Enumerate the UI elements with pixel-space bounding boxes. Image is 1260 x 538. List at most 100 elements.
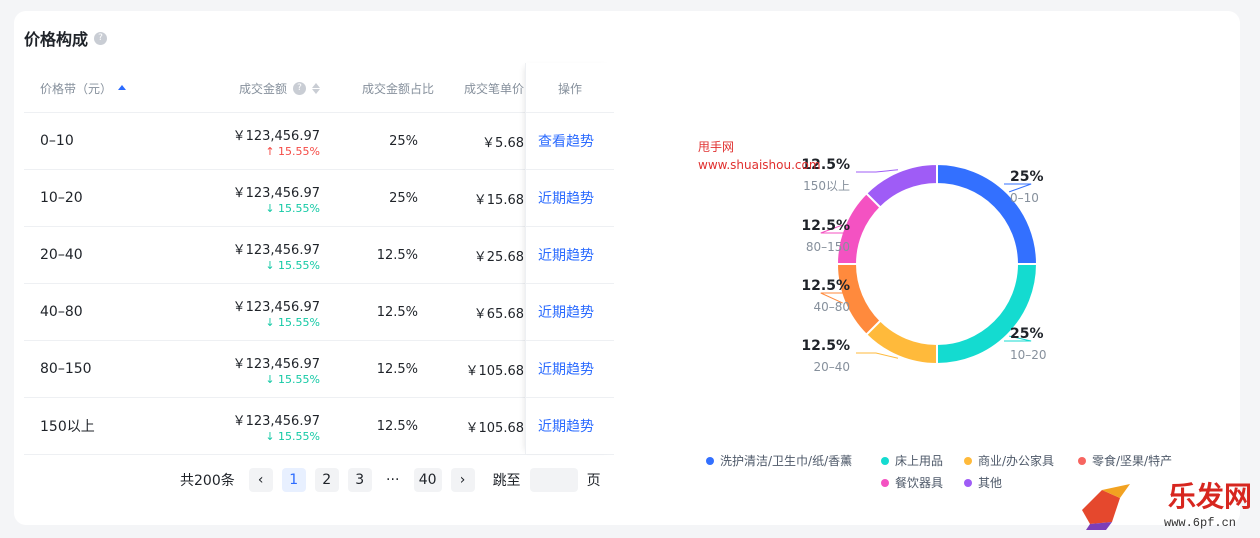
watermark-line1: 甩手网	[698, 140, 735, 154]
slice-range-label: 40–80	[813, 300, 850, 314]
legend-label: 洗护清洁/卫生巾/纸/香薰	[720, 454, 853, 468]
amount-value: ￥123,456.97	[232, 242, 320, 258]
legend-dot-icon	[1078, 456, 1086, 465]
slice-percent-label: 25%	[1010, 169, 1044, 185]
amount-value: ￥123,456.97	[232, 413, 320, 429]
pagination-total: 共200条	[180, 473, 235, 489]
arrow-down-icon: ↓	[265, 315, 275, 329]
header-unit-price: 成交笔单价	[463, 81, 524, 96]
cell-unit-price: ￥5.68	[482, 135, 524, 151]
arrow-up-icon: ↑	[265, 144, 275, 158]
cell-share: 12.5%	[376, 304, 418, 320]
help-circle-icon[interactable]: ?	[293, 81, 306, 95]
header-amount[interactable]: 成交金额 ?	[239, 63, 320, 113]
amount-change: ↓ 15.55%	[265, 373, 320, 386]
legend-label: 商业/办公家具	[978, 454, 1055, 468]
legend-dot-icon	[881, 456, 889, 465]
page-suffix: 页	[586, 473, 601, 489]
amount-change: ↑ 15.55%	[265, 145, 320, 158]
cell-range: 150以上	[40, 419, 95, 435]
legend-item[interactable]: 床上用品	[881, 452, 943, 469]
arrow-down-icon: ↓	[265, 201, 275, 215]
leader-line	[856, 169, 899, 173]
sort-icon[interactable]	[118, 85, 127, 91]
slice-range-label: 10–20	[1010, 348, 1047, 362]
cell-amount: ￥123,456.97 ↓ 15.55%	[233, 398, 320, 454]
arrow-down-icon: ↓	[265, 258, 275, 272]
slice-range-label: 80–150	[806, 240, 850, 254]
cell-amount: ￥123,456.97 ↓ 15.55%	[233, 227, 320, 283]
watermark: 甩手网 www.shuaishou.com	[698, 138, 821, 174]
legend-item[interactable]: 其他	[964, 474, 1002, 491]
logo-text: 乐发网	[1168, 480, 1250, 513]
amount-change: ↓ 15.55%	[265, 259, 320, 272]
cell-share: 12.5%	[376, 247, 418, 263]
cell-unit-price: ￥15.68	[473, 192, 524, 208]
price-band-table: 价格带（元） 成交金额 ? 成交金额占比 成交笔单价 操作 0–10 ￥123,4…	[24, 63, 614, 455]
section-header: 价格构成 ?	[24, 26, 108, 50]
amount-value: ￥123,456.97	[232, 128, 320, 144]
legend-item[interactable]: 商业/办公家具	[964, 452, 1054, 469]
legend-label: 其他	[978, 476, 1003, 490]
page-button[interactable]: 3	[347, 468, 372, 492]
cell-unit-price: ￥65.68	[473, 306, 524, 322]
cell-unit-price: ￥105.68	[465, 420, 525, 436]
cell-share: 25%	[389, 190, 418, 206]
amount-value: ￥123,456.97	[232, 299, 320, 315]
legend-label: 零食/坚果/特产	[1092, 454, 1173, 468]
header-amount-label: 成交金额	[238, 81, 287, 96]
cell-unit-price: ￥25.68	[473, 249, 524, 265]
cell-share: 25%	[389, 133, 418, 149]
section-title: 价格构成	[24, 30, 89, 49]
chevron-left-icon[interactable]: ‹	[248, 468, 273, 492]
page-button[interactable]: 40	[413, 468, 442, 492]
legend-label: 床上用品	[895, 454, 944, 468]
amount-change: ↓ 15.55%	[265, 430, 320, 443]
legend-dot-icon	[964, 456, 972, 465]
donut-slice[interactable]	[864, 319, 938, 366]
header-range[interactable]: 价格带（元）	[40, 63, 127, 113]
amount-value: ￥123,456.97	[232, 356, 320, 372]
change-value: 15.55%	[278, 144, 320, 158]
page-ellipsis[interactable]: ···	[381, 468, 405, 492]
site-logo: 乐发网 www.6pf.cn	[1082, 480, 1250, 530]
donut-slice[interactable]	[864, 162, 938, 209]
cell-share: 12.5%	[376, 418, 418, 434]
help-circle-icon[interactable]: ?	[94, 31, 108, 45]
cell-amount: ￥123,456.97 ↓ 15.55%	[233, 170, 320, 226]
page-button[interactable]: 1	[281, 468, 306, 492]
slice-percent-label: 12.5%	[801, 278, 850, 294]
watermark-line2: www.shuaishou.com	[698, 158, 821, 172]
legend-item[interactable]: 餐饮器具	[881, 474, 943, 491]
cell-share: 12.5%	[376, 361, 418, 377]
slice-range-label: 150以上	[803, 179, 850, 193]
amount-change: ↓ 15.55%	[265, 316, 320, 329]
chevron-right-icon[interactable]: ›	[450, 468, 475, 492]
amount-change: ↓ 15.55%	[265, 202, 320, 215]
cell-amount: ￥123,456.97 ↑ 15.55%	[233, 113, 320, 169]
cell-range: 40–80	[40, 304, 83, 320]
change-value: 15.55%	[278, 372, 320, 386]
page-button[interactable]: 2	[314, 468, 339, 492]
change-value: 15.55%	[278, 201, 320, 215]
cell-range: 10–20	[40, 190, 83, 206]
amount-value: ￥123,456.97	[232, 185, 320, 201]
legend-dot-icon	[964, 478, 972, 487]
pagination: 共200条 ‹ 1 2 3 ··· 40 › 跳至 页	[180, 468, 601, 492]
arrow-down-icon: ↓	[265, 372, 275, 386]
slice-range-label: 0–10	[1010, 191, 1039, 205]
logo-url: www.6pf.cn	[1164, 516, 1236, 530]
header-share: 成交金额占比	[361, 81, 434, 96]
arrow-down-icon: ↓	[265, 429, 275, 443]
legend-item[interactable]: 洗护清洁/卫生巾/纸/香薰	[706, 452, 852, 469]
slice-percent-label: 25%	[1010, 326, 1044, 342]
change-value: 15.55%	[278, 429, 320, 443]
page-jump-input[interactable]	[529, 468, 578, 492]
change-value: 15.55%	[278, 258, 320, 272]
legend-dot-icon	[706, 456, 714, 465]
slice-percent-label: 12.5%	[801, 218, 850, 234]
cell-range: 80–150	[40, 361, 92, 377]
slice-percent-label: 12.5%	[801, 338, 850, 354]
sort-icon[interactable]	[312, 82, 320, 94]
legend-item[interactable]: 零食/坚果/特产	[1078, 452, 1172, 469]
